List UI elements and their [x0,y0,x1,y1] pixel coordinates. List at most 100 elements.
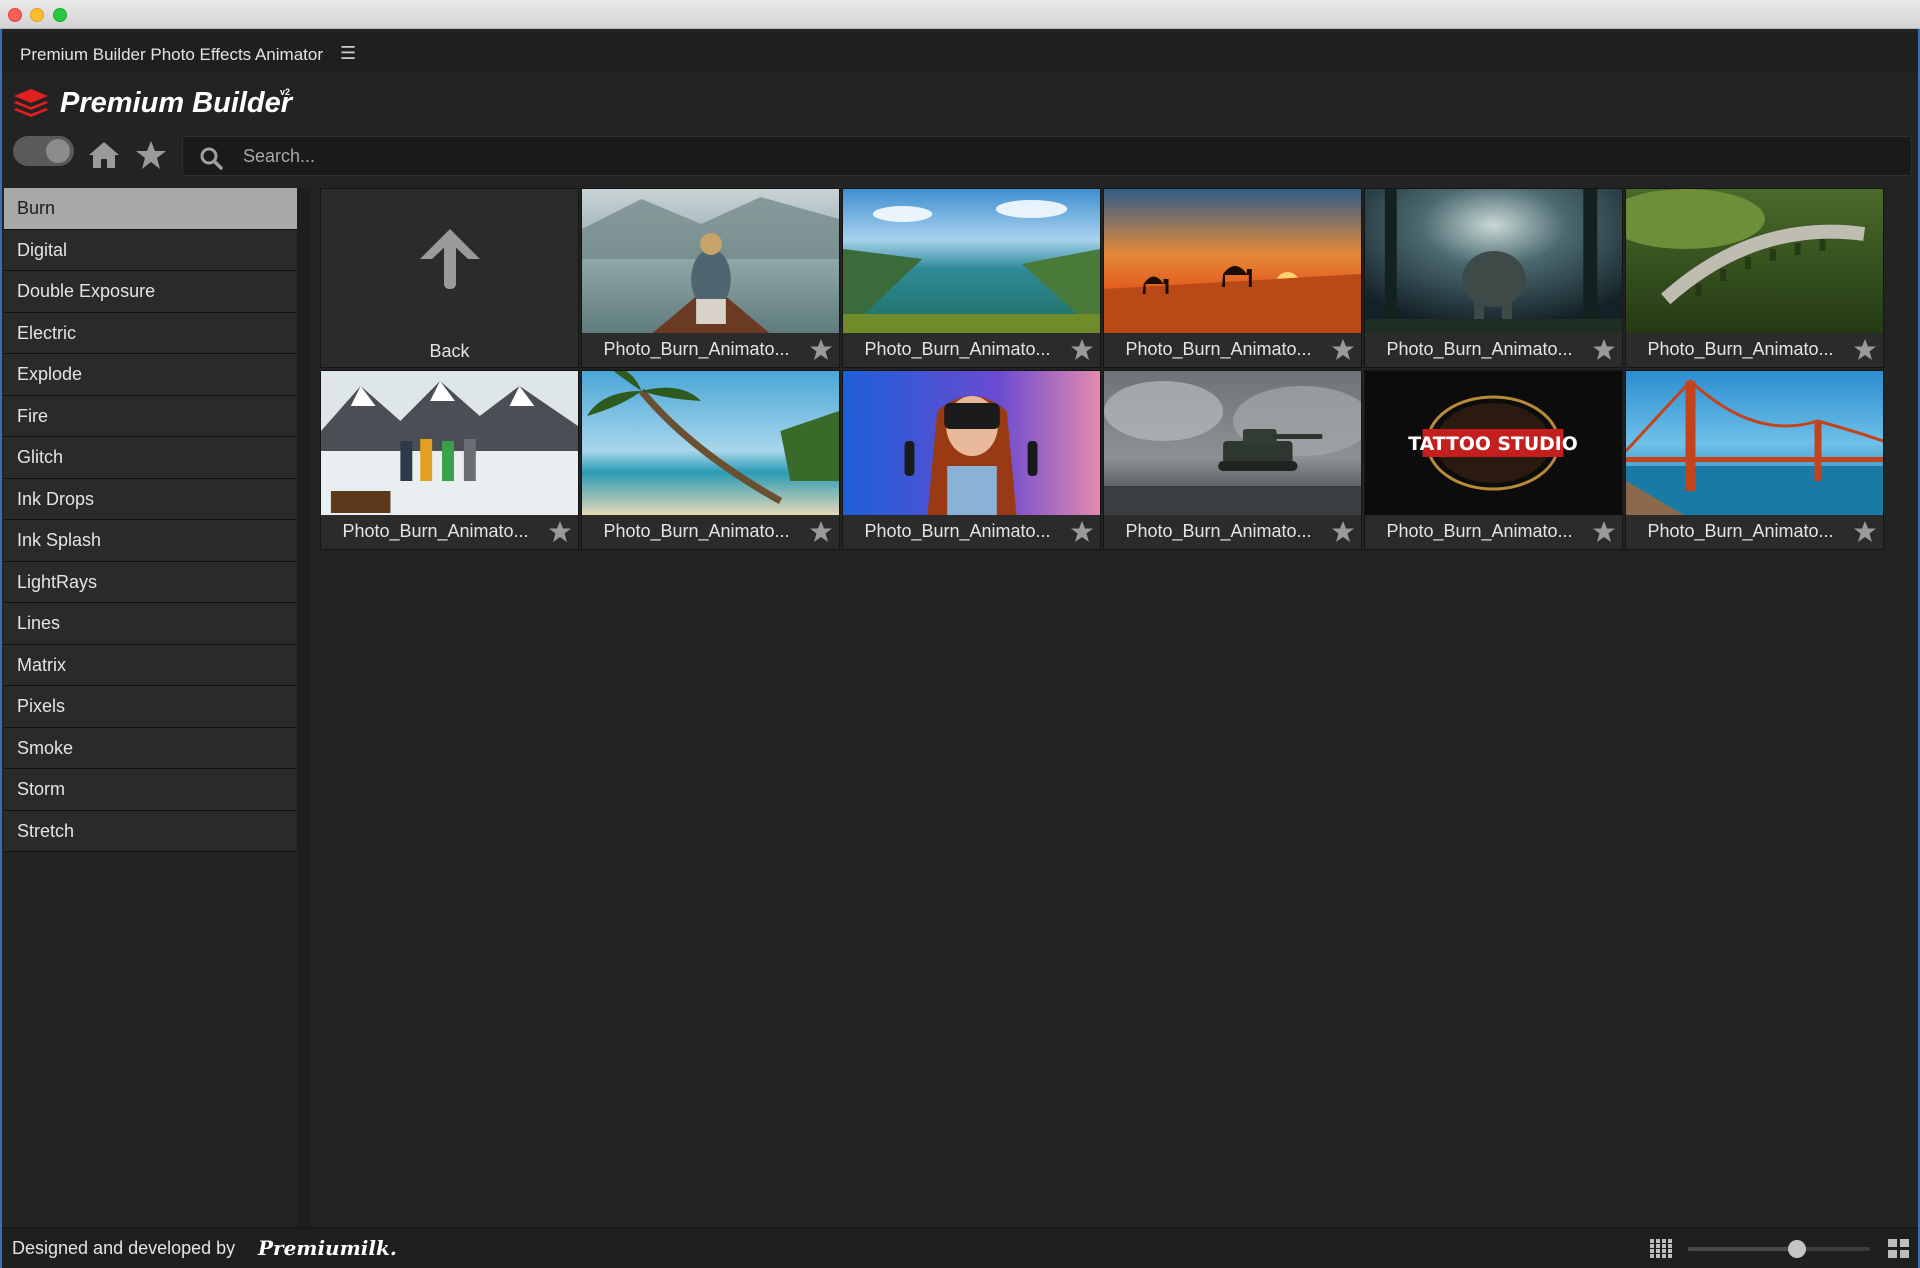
toggle-knob [46,139,70,163]
close-window-button[interactable] [8,8,22,22]
thumbnail-elephant-in-forest [1365,189,1622,334]
large-thumbnails-icon[interactable] [1888,1239,1910,1259]
sidebar-item-fire[interactable]: Fire [4,395,297,437]
sidebar-divider[interactable] [297,188,311,1228]
effect-tile[interactable]: Photo_Burn_Animato... [581,370,840,550]
effects-grid: Back Photo_Burn_Animato... Photo_Burn_Ani… [320,188,1888,550]
tile-caption: Photo_Burn_Animato... [843,333,1100,367]
thumbnail-woman-vr-headset [843,371,1100,516]
tile-label: Photo_Burn_Animato... [1647,339,1834,359]
favorite-star-icon[interactable] [809,520,833,544]
small-thumbnails-icon[interactable] [1650,1239,1672,1259]
effect-tile[interactable]: Photo_Burn_Animato... [842,188,1101,368]
thumbnail-tattoo-studio-logo: TATTOO STUDIO [1365,371,1622,516]
sidebar-item-explode[interactable]: Explode [4,354,297,396]
tile-label: Photo_Burn_Animato... [1647,521,1834,541]
credit-text: Designed and developed by [12,1238,236,1258]
effect-tile[interactable]: Photo_Burn_Animato... [1625,370,1884,550]
search-bar [182,136,1912,176]
panel-title: Premium Builder Photo Effects Animator [20,45,323,64]
panel-tab: Premium Builder Photo Effects Animator ☰ [2,33,1918,73]
sidebar-item-electric[interactable]: Electric [4,312,297,354]
os-title-bar [0,0,1920,29]
tile-label: Photo_Burn_Animato... [1125,521,1312,541]
favorite-star-icon[interactable] [1331,338,1355,362]
tile-caption: Photo_Burn_Animato... [1104,515,1361,549]
sidebar-item-stretch[interactable]: Stretch [4,810,297,852]
thumbnail-desert-camels-sunset [1104,189,1361,334]
sidebar-item-storm[interactable]: Storm [4,769,297,811]
maximize-window-button[interactable] [53,8,67,22]
slider-knob[interactable] [1788,1240,1807,1258]
favorite-star-icon[interactable] [1070,520,1094,544]
tile-label: Photo_Burn_Animato... [603,521,790,541]
tile-label: Photo_Burn_Animato... [1125,339,1312,359]
brand-name: Premium Builder [60,87,293,119]
thumbnail-railway-viaduct-hills [1626,189,1883,334]
favorite-star-icon[interactable] [548,520,572,544]
tile-label: Photo_Burn_Animato... [342,521,529,541]
favorite-star-icon[interactable] [809,338,833,362]
sidebar-item-lightrays[interactable]: LightRays [4,561,297,603]
sidebar-item-smoke[interactable]: Smoke [4,727,297,769]
tile-caption: Photo_Burn_Animato... [1104,333,1361,367]
tile-label: Photo_Burn_Animato... [603,339,790,359]
thumbnail-mountain-lake-aerial [843,189,1100,334]
thumbnail-woman-in-canoe-lake [582,189,839,334]
tile-caption: Photo_Burn_Animato... [1365,333,1622,367]
effect-tile[interactable]: Photo_Burn_Animato... [1103,370,1362,550]
thumbnail-golden-gate-bridge [1626,371,1883,516]
app-window: Premium Builder Photo Effects Animator ☰… [0,29,1920,1268]
effect-tile[interactable]: Photo_Burn_Animato... [581,188,840,368]
tile-caption: Photo_Burn_Animato... [582,515,839,549]
thumbnail-size-slider[interactable] [1688,1240,1870,1258]
thumbnail-hikers-snowy-mountains [321,371,578,516]
favorite-star-icon[interactable] [1592,338,1616,362]
search-input[interactable] [243,137,1843,175]
mode-toggle[interactable] [13,136,74,166]
brand-version: v2 [280,87,291,97]
effect-tile[interactable]: Photo_Burn_Animato... [1364,188,1623,368]
effect-tile[interactable]: Photo_Burn_Animato... [1625,188,1884,368]
sidebar-item-double-exposure[interactable]: Double Exposure [4,271,297,313]
tile-label: Photo_Burn_Animato... [1386,521,1573,541]
sidebar-item-burn[interactable]: Burn [4,188,297,230]
tile-caption: Photo_Burn_Animato... [582,333,839,367]
sidebar-item-ink-drops[interactable]: Ink Drops [4,478,297,520]
favorite-star-icon[interactable] [1592,520,1616,544]
tile-label: Photo_Burn_Animato... [864,521,1051,541]
sidebar-item-digital[interactable]: Digital [4,229,297,271]
up-arrow-icon [420,229,480,289]
thumbnail-palm-tree-beach [582,371,839,516]
svg-text:TATTOO STUDIO: TATTOO STUDIO [1408,433,1578,455]
favorite-star-icon[interactable] [1331,520,1355,544]
favorite-star-icon[interactable] [1853,520,1877,544]
hamburger-menu-icon[interactable]: ☰ [340,43,356,64]
tile-caption: Photo_Burn_Animato... [321,515,578,549]
minimize-window-button[interactable] [30,8,44,22]
sidebar-item-ink-splash[interactable]: Ink Splash [4,520,297,562]
favorite-star-icon[interactable] [1070,338,1094,362]
effect-tile[interactable]: TATTOO STUDIO Photo_Burn_Animato... [1364,370,1623,550]
sidebar-item-pixels[interactable]: Pixels [4,686,297,728]
tile-caption: Photo_Burn_Animato... [1626,515,1883,549]
sidebar-item-glitch[interactable]: Glitch [4,437,297,479]
sidebar-item-lines[interactable]: Lines [4,603,297,645]
tile-label: Photo_Burn_Animato... [1386,339,1573,359]
effect-tile[interactable]: Photo_Burn_Animato... [320,370,579,550]
layers-logo-icon [14,89,48,117]
slider-fill [1688,1247,1798,1251]
tile-label: Photo_Burn_Animato... [864,339,1051,359]
back-tile[interactable]: Back [320,188,579,368]
category-sidebar: Burn Digital Double Exposure Electric Explod… [4,188,297,1228]
sidebar-item-matrix[interactable]: Matrix [4,644,297,686]
favorites-star-icon[interactable] [135,139,167,171]
back-label: Back [429,341,470,361]
footer: Designed and developed by Premiumilk. [2,1227,1918,1268]
favorite-star-icon[interactable] [1853,338,1877,362]
effect-tile[interactable]: Photo_Burn_Animato... [1103,188,1362,368]
developer-logo: Premiumilk. [258,1236,397,1260]
tile-caption: Photo_Burn_Animato... [1365,515,1622,549]
home-icon[interactable] [88,140,120,170]
effect-tile[interactable]: Photo_Burn_Animato... [842,370,1101,550]
